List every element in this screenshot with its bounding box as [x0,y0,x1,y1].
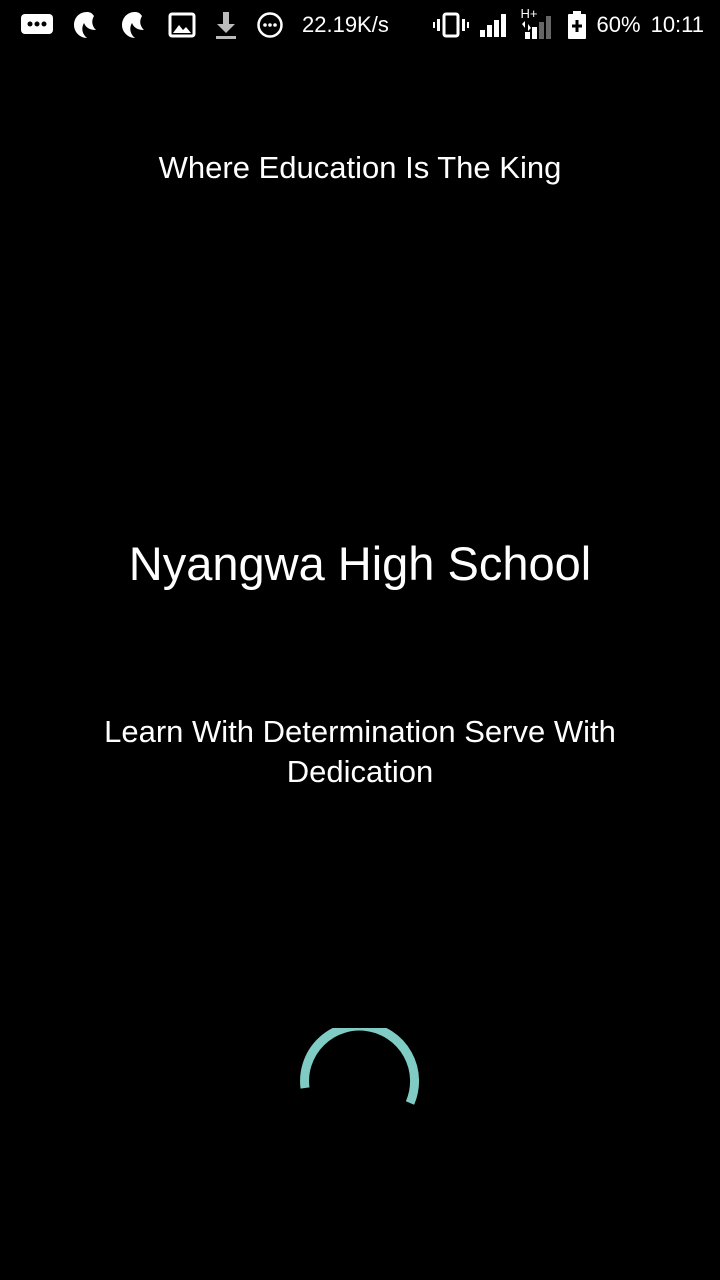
bird-app-icon [72,10,102,40]
download-icon [214,10,238,40]
chat-bubble-icon [20,12,54,38]
school-name-title: Nyangwa High School [128,537,592,590]
signal-hplus-icon: H+ [521,6,557,40]
tagline: Where Education Is The King [158,150,562,185]
network-speed: 22.19K/s [302,12,389,37]
splash-screen: 22.19K/s H+ 60% 10:11 Where Education Is… [0,0,720,1280]
bird-app-icon-2 [120,10,150,40]
signal-icon [479,12,511,38]
battery-percent: 60% [596,12,641,37]
loading-spinner [300,1021,420,1148]
vibrate-icon [432,11,469,39]
status-bar-system: H+ 60% 10:11 [423,6,704,40]
smiley-circle-icon [256,11,284,39]
battery-icon [567,10,587,40]
clock: 10:11 [650,12,704,37]
status-bar-notifications: 22.19K/s [20,10,407,40]
status-bar: 22.19K/s H+ 60% 10:11 [0,0,720,50]
image-icon [168,12,196,38]
school-motto: Learn With Determination Serve With Dedi… [104,714,616,789]
network-type-label: H+ [520,6,538,21]
